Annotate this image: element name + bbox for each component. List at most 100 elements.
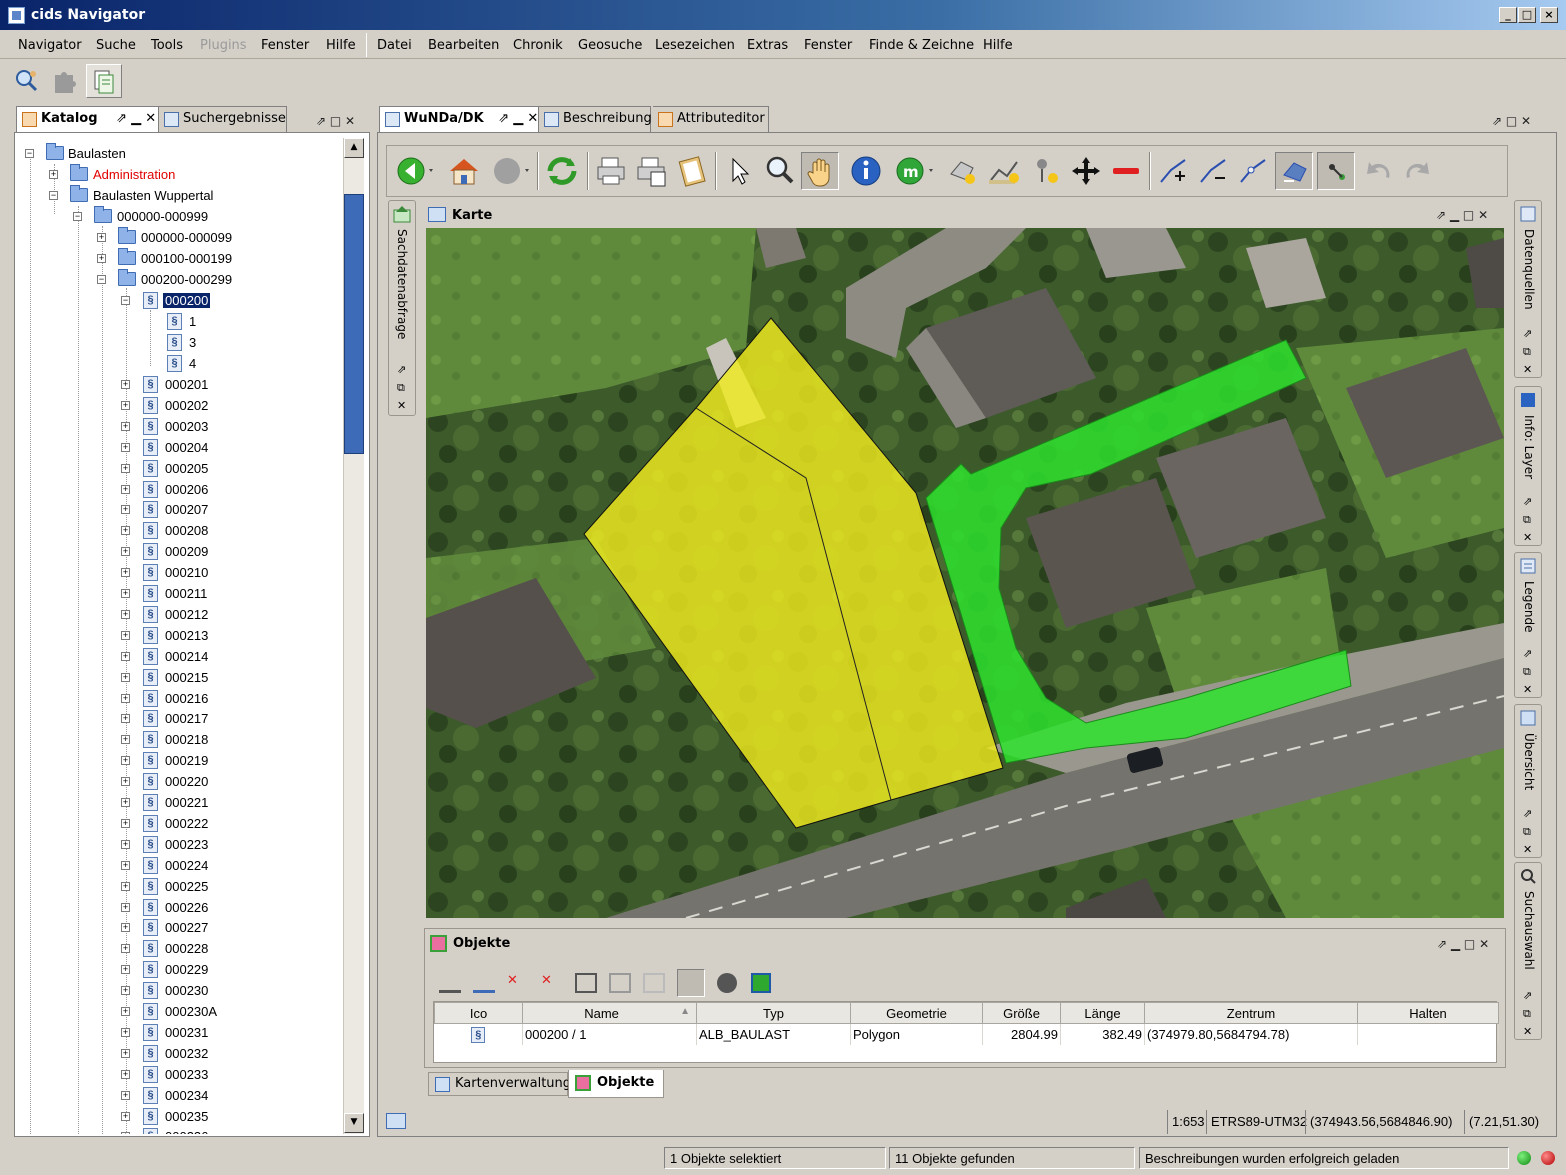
scroll-down-button[interactable]: ▼	[344, 1113, 364, 1133]
info-layer-side-tab[interactable]: Info: Layer ⇗ ⧉ ✕	[1514, 386, 1542, 546]
expand-toggle[interactable]: +	[121, 672, 130, 682]
aerial-map[interactable]	[426, 228, 1504, 918]
zoom-tool-button[interactable]	[761, 152, 799, 190]
new-line-button[interactable]	[985, 152, 1023, 190]
expand-toggle[interactable]: +	[121, 442, 130, 452]
home-button[interactable]	[445, 152, 483, 190]
col-ico[interactable]: Ico	[434, 1002, 523, 1024]
datenquellen-side-tab[interactable]: Datenquellen ⇗ ⧉ ✕	[1514, 200, 1542, 378]
tab-katalog[interactable]: Katalog ⇗ ▁ ✕	[16, 106, 159, 133]
geometry-button[interactable]	[717, 973, 737, 993]
tab-katalog-controls[interactable]: ⇗ ▁ ✕	[116, 111, 156, 126]
suchauswahl-side-tab[interactable]: Suchauswahl ⇗ ⧉ ✕	[1514, 862, 1542, 1040]
remove-tool-button[interactable]	[1107, 152, 1145, 190]
expand-toggle[interactable]: +	[121, 505, 130, 515]
snapping-button[interactable]	[1275, 152, 1313, 190]
col-zentrum[interactable]: Zentrum	[1144, 1002, 1358, 1024]
expand-toggle[interactable]: +	[121, 777, 130, 787]
zoom-all-objects-button[interactable]	[439, 973, 461, 993]
menu-lesezeichen[interactable]: Lesezeichen	[655, 38, 735, 53]
tab-attributeditor[interactable]: Attributeditor	[653, 106, 769, 132]
menu-bearbeiten[interactable]: Bearbeiten	[428, 38, 499, 53]
expand-toggle[interactable]: +	[121, 839, 130, 849]
col-geometrie[interactable]: Geometrie	[850, 1002, 983, 1024]
menu-hilfe-left[interactable]: Hilfe	[326, 38, 356, 53]
tab-suchergebnisse[interactable]: Suchergebnisse	[159, 106, 287, 132]
collapse-toggle[interactable]: −	[97, 275, 106, 284]
tab-objekte[interactable]: Objekte	[568, 1070, 664, 1098]
expand-toggle[interactable]: +	[121, 484, 130, 494]
expand-toggle[interactable]: +	[121, 986, 130, 996]
expand-toggle[interactable]: +	[121, 756, 130, 766]
map-controls[interactable]: ⇗ ▁ □ ✕	[1436, 208, 1488, 222]
menu-fenster-right[interactable]: Fenster	[804, 38, 852, 53]
expand-toggle[interactable]: +	[49, 170, 58, 179]
measure-tool-button[interactable]: m	[893, 152, 933, 190]
print-button[interactable]	[593, 152, 631, 190]
new-polygon-button[interactable]	[943, 152, 981, 190]
left-panel-controls[interactable]: ⇗ □ ✕	[316, 114, 355, 128]
legende-side-tab[interactable]: Legende ⇗ ⧉ ✕	[1514, 552, 1542, 698]
zoom-selected-button[interactable]	[473, 973, 495, 993]
map-crs[interactable]: ETRS89-UTM32	[1206, 1110, 1311, 1134]
expand-toggle[interactable]: +	[121, 818, 130, 828]
info-tool-button[interactable]	[847, 152, 885, 190]
expand-toggle[interactable]: +	[121, 1090, 130, 1100]
expand-toggle[interactable]: +	[121, 965, 130, 975]
split-line-button[interactable]	[1235, 152, 1273, 190]
collapse-toggle[interactable]: −	[25, 149, 34, 158]
remove-vertex-button[interactable]	[1195, 152, 1233, 190]
expand-toggle[interactable]: +	[121, 902, 130, 912]
col-halten[interactable]: Halten	[1357, 1002, 1499, 1024]
expand-toggle[interactable]: +	[121, 798, 130, 807]
copy-button[interactable]	[575, 973, 597, 993]
clipboard-button[interactable]	[673, 152, 711, 190]
scroll-thumb[interactable]	[344, 194, 364, 454]
legende-controls[interactable]: ⇗ ⧉ ✕	[1523, 645, 1532, 699]
expand-toggle[interactable]: +	[121, 547, 130, 557]
menu-navigator[interactable]: Navigator	[18, 38, 82, 53]
expand-toggle[interactable]: +	[121, 1069, 130, 1079]
expand-toggle[interactable]: +	[121, 923, 130, 933]
collapse-toggle[interactable]: −	[49, 191, 58, 200]
expand-toggle[interactable]: +	[121, 589, 130, 598]
collapse-toggle[interactable]: −	[121, 296, 130, 305]
expand-toggle[interactable]: +	[121, 1048, 130, 1058]
expand-toggle[interactable]: +	[121, 609, 130, 619]
map-canvas[interactable]	[426, 228, 1504, 918]
menu-chronik[interactable]: Chronik	[513, 38, 563, 53]
expand-toggle[interactable]: +	[121, 735, 130, 745]
expand-toggle[interactable]: +	[121, 944, 130, 954]
col-name[interactable]: Name ▲	[522, 1002, 697, 1024]
back-button[interactable]	[393, 152, 433, 190]
maximize-button[interactable]: □	[1518, 7, 1536, 23]
expand-toggle[interactable]: +	[97, 233, 106, 242]
expand-toggle[interactable]: +	[121, 630, 130, 640]
menu-datei[interactable]: Datei	[377, 38, 412, 53]
datenquellen-controls[interactable]: ⇗ ⧉ ✕	[1523, 325, 1532, 379]
export-button[interactable]	[751, 973, 771, 993]
expand-toggle[interactable]: +	[121, 463, 130, 473]
menu-hilfe-right[interactable]: Hilfe	[983, 38, 1013, 53]
expand-toggle[interactable]: +	[121, 693, 130, 703]
hold-toggle-button[interactable]	[677, 969, 705, 997]
expand-toggle[interactable]: +	[121, 1027, 130, 1037]
catalog-scrollbar[interactable]: ▲ ▼	[343, 138, 364, 1134]
uebersicht-controls[interactable]: ⇗ ⧉ ✕	[1523, 805, 1532, 859]
expand-toggle[interactable]: +	[121, 651, 130, 661]
tab-wunda[interactable]: WuNDa/DK ⇗ ▁ ✕	[379, 106, 539, 133]
table-row[interactable]: § 000200 / 1 ALB_BAULAST Polygon 2804.99…	[434, 1023, 1499, 1045]
expand-toggle[interactable]: +	[121, 881, 130, 891]
remove-all-button[interactable]: ✕	[541, 973, 563, 993]
move-tool-button[interactable]	[1067, 152, 1105, 190]
expand-toggle[interactable]: +	[121, 1111, 130, 1121]
menu-finde-zeichne[interactable]: Finde & Zeichne	[869, 38, 974, 53]
expand-toggle[interactable]: +	[121, 400, 130, 410]
objects-controls[interactable]: ⇗ ▁ □ ✕	[1437, 937, 1489, 951]
search-user-button[interactable]	[9, 64, 45, 98]
refresh-button[interactable]	[543, 152, 581, 190]
info-layer-controls[interactable]: ⇗ ⧉ ✕	[1523, 493, 1532, 547]
menu-fenster-left[interactable]: Fenster	[261, 38, 309, 53]
tab-wunda-controls[interactable]: ⇗ ▁ ✕	[498, 111, 538, 126]
expand-toggle[interactable]: +	[121, 526, 130, 536]
